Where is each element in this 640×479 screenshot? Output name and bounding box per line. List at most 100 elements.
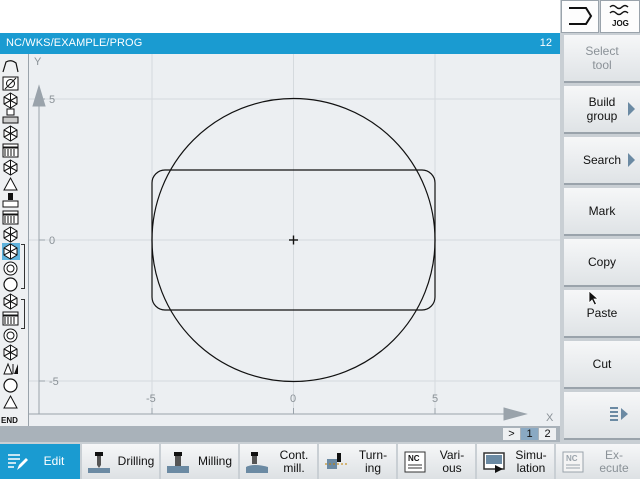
cycle-icon [3,92,18,109]
face-icon [2,143,19,158]
cycle-icon[interactable] [2,226,20,243]
x-tick-label: 5 [432,393,438,405]
program-header-icon[interactable] [2,58,20,75]
page-next-arrow[interactable]: > [503,428,520,440]
face-icon[interactable] [2,310,20,327]
y-axis-label: Y [34,56,42,68]
softkey-search[interactable]: Search [564,137,640,185]
contour-graphic: 5 0 -5 -5 0 5 Y X [29,54,560,426]
submenu-arrow-icon [628,153,635,167]
cycle-icon[interactable] [2,159,20,176]
point-icon[interactable] [2,394,20,411]
drill-icon[interactable] [2,192,20,209]
simulation-icon [483,452,505,473]
vertical-softkey-bar: JOG Select tool Build group Search Mark … [560,0,640,442]
more-menu-icon [610,407,628,421]
contour-icon [2,76,19,91]
x-axis-label: X [546,412,554,424]
program-return-icon [569,7,593,25]
contour-view: 5 0 -5 -5 0 5 Y X [29,54,560,424]
softkey-mark[interactable]: Mark [564,188,640,236]
turning-button[interactable]: Turn- ing [319,444,396,479]
softkey-build-group[interactable]: Build group [564,86,640,134]
contour-milling-button[interactable]: Cont. mill. [240,444,317,479]
softkey-select-tool[interactable]: Select tool [564,35,640,83]
cycle-icon[interactable] [2,92,20,109]
transform-icon[interactable] [2,360,20,377]
various-button[interactable]: NC Vari- ous [398,444,475,479]
axes [29,84,528,421]
group-bracket [21,244,25,289]
edit-button[interactable]: Edit [0,444,80,479]
contour-milling-icon [246,452,268,473]
program-path: NC/WKS/EXAMPLE/PROG [6,37,143,49]
cycle-icon [3,125,18,142]
pocket-icon [2,108,19,124]
jog-icon: JOG [609,4,629,28]
contour-icon[interactable] [2,75,20,92]
circle-pocket-icon[interactable] [2,327,20,344]
softkey-cut[interactable]: Cut [564,341,640,389]
cycle-icon[interactable] [2,242,20,260]
origin-marker [289,235,298,245]
y-axis-arrow [32,84,46,107]
page-1[interactable]: 1 [521,428,538,440]
x-tick-label: -5 [146,393,156,405]
drill-icon [2,193,19,208]
y-tick-label: -5 [49,376,59,388]
program-end-marker[interactable]: END [1,416,18,425]
cycle-icon[interactable] [2,344,20,361]
cycle-icon [3,293,18,310]
edit-icon [8,454,28,470]
mouse-cursor-icon [588,290,600,306]
softkey-more[interactable] [564,392,640,440]
cycle-icon [3,159,18,176]
circle-icon [3,378,18,393]
cycle-icon [3,344,18,361]
simulation-button[interactable]: Simu- lation [477,444,554,479]
various-nc-icon: NC [404,451,426,473]
drilling-button[interactable]: Drilling [82,444,159,479]
page-2[interactable]: 2 [539,428,556,440]
svg-text:NC: NC [566,454,578,463]
milling-button[interactable]: Milling [161,444,238,479]
title-bar: NC/WKS/EXAMPLE/PROG 12 [0,33,560,54]
turning-icon [325,453,347,469]
y-tick-label: 5 [49,94,55,106]
point-icon[interactable] [2,176,20,193]
horizontal-softkey-bar: Edit Drilling Milling Cont. mill. Turn- … [0,442,640,479]
face-icon[interactable] [2,209,20,226]
softkey-copy[interactable]: Copy [564,239,640,287]
circle-icon [3,277,18,292]
point-icon [3,394,18,409]
program-step-strip: END [0,54,29,426]
transform-icon [3,363,18,375]
circle-icon[interactable] [2,276,20,293]
circle-pocket-icon [3,261,18,276]
grid-lines [29,54,560,414]
point-icon [3,176,18,191]
jog-mode-button[interactable]: JOG [600,0,640,33]
pocket-icon[interactable] [2,108,20,125]
softkey-paste[interactable]: Paste [564,290,640,338]
face-icon[interactable] [2,142,20,159]
program-mode-button[interactable] [561,0,599,33]
cycle-icon [3,226,18,243]
top-strip [0,0,560,33]
execute-nc-icon: NC [562,451,584,473]
block-number: 12 [539,37,552,49]
jog-label: JOG [612,19,629,28]
program-header-icon [2,60,19,73]
circle-pocket-icon[interactable] [2,260,20,277]
svg-text:NC: NC [408,454,420,463]
x-axis-arrow [503,407,528,421]
execute-button[interactable]: NC Ex- ecute [556,444,640,479]
cycle-icon[interactable] [2,125,20,142]
circle-icon[interactable] [2,377,20,394]
group-bracket [21,299,25,329]
milling-icon [167,452,189,473]
cycle-icon[interactable] [2,293,20,310]
y-tick-label: 0 [49,235,55,247]
x-tick-label: 0 [290,393,296,405]
drilling-icon [88,452,110,473]
